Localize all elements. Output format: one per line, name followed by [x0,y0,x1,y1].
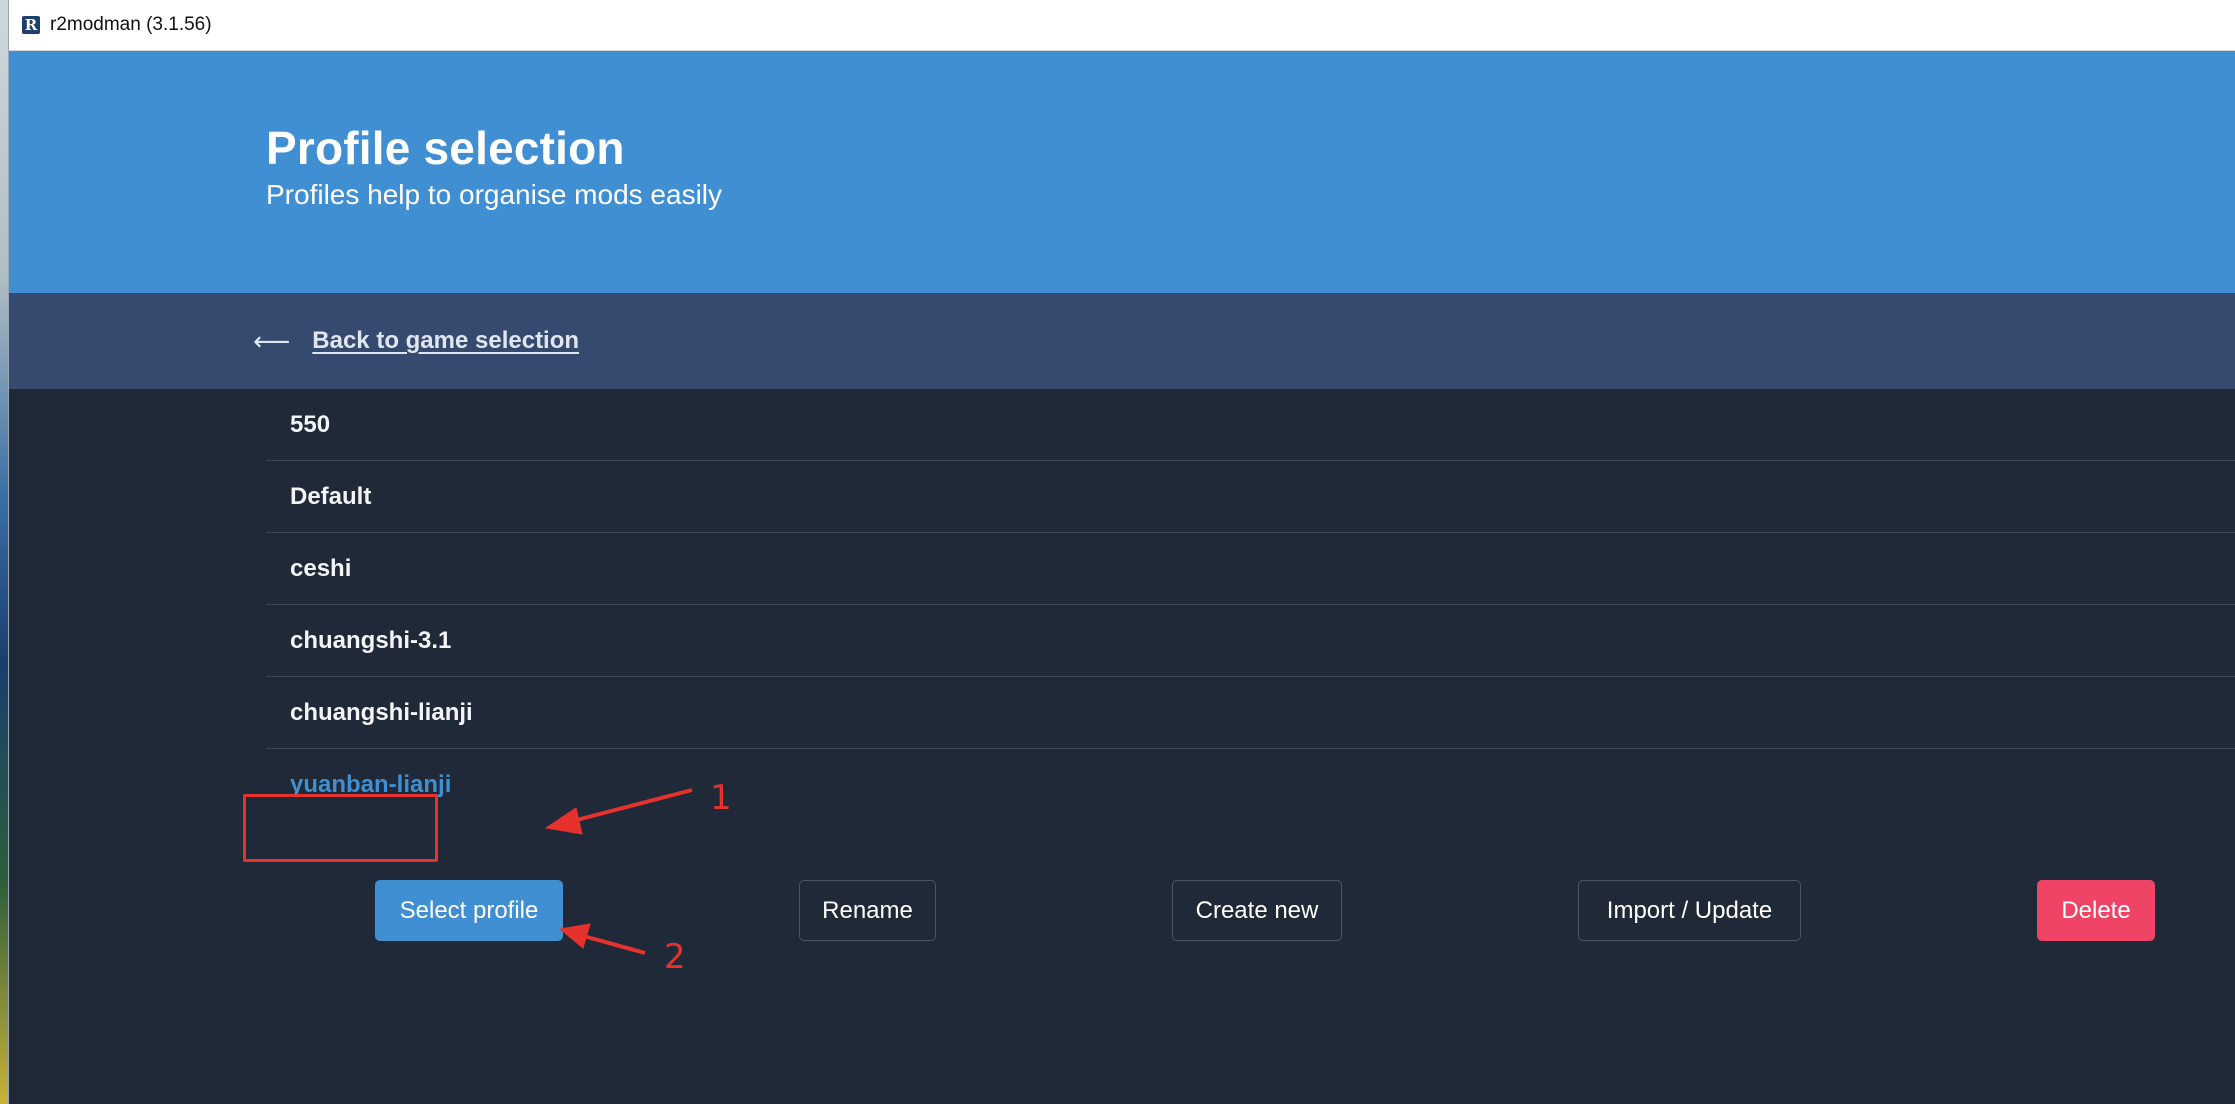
page-subtitle: Profiles help to organise mods easily [266,179,723,210]
desktop-background [0,0,8,1104]
select-profile-button[interactable]: Select profile [375,880,563,941]
window-title: r2modman (3.1.56) [50,14,212,35]
screenshot: R r2modman (3.1.56) Profile selection Pr… [0,0,2235,1104]
delete-button[interactable]: Delete [2037,880,2155,941]
import-update-button[interactable]: Import / Update [1578,880,1801,941]
profile-list: 550 Default ceshi chuangshi-3.1 chuangsh… [266,389,2235,821]
profile-item[interactable]: ceshi [266,533,2235,605]
back-navigation-bar: ⟵ Back to game selection [9,293,2235,389]
create-new-button[interactable]: Create new [1172,880,1342,941]
annotation-number: 1 [710,778,732,818]
app-window: R r2modman (3.1.56) Profile selection Pr… [8,0,2235,1104]
back-to-game-selection-link[interactable]: Back to game selection [312,327,579,355]
app-logo-icon: R [22,16,40,34]
profile-item[interactable]: chuangshi-lianji [266,677,2235,749]
profile-item[interactable]: 550 [266,389,2235,461]
hero-banner: Profile selection Profiles help to organ… [9,51,2235,293]
profile-item-selected[interactable]: yuanban-lianji [266,749,2235,821]
profile-item[interactable]: Default [266,461,2235,533]
annotation-number: 2 [664,937,686,977]
page-title: Profile selection [266,122,625,174]
back-arrow-icon[interactable]: ⟵ [253,328,290,354]
title-bar: R r2modman (3.1.56) [9,0,2235,51]
rename-button[interactable]: Rename [799,880,936,941]
annotation-highlight-box [243,794,438,862]
profile-item[interactable]: chuangshi-3.1 [266,605,2235,677]
